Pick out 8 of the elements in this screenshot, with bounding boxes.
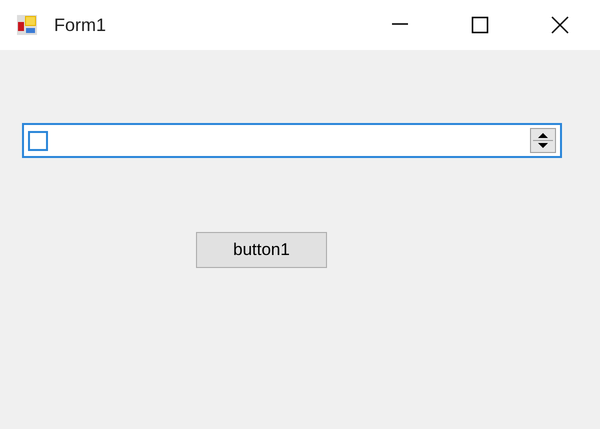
window-title: Form1 <box>54 14 106 36</box>
spin-button[interactable] <box>530 128 556 153</box>
maximize-icon[interactable] <box>471 16 489 34</box>
close-icon[interactable] <box>551 16 569 34</box>
app-icon <box>16 14 38 36</box>
number-field[interactable] <box>22 123 562 158</box>
button1-button[interactable]: button1 <box>196 232 327 268</box>
caret-box-icon <box>28 130 48 150</box>
